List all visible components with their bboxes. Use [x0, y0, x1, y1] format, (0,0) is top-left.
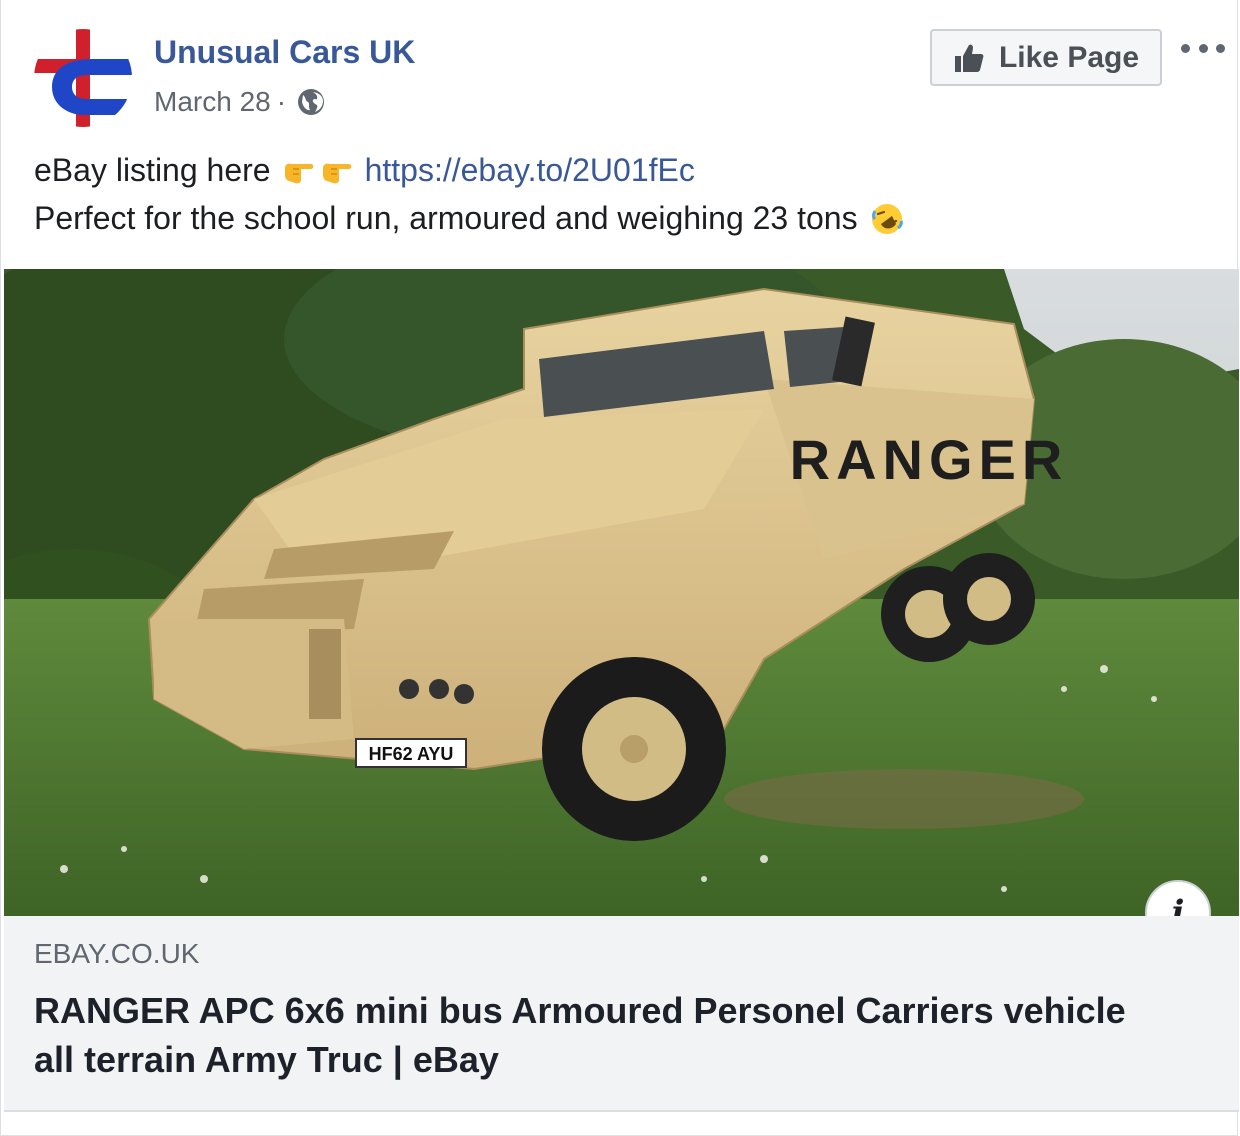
- post-text-line-1: eBay listing here https://ebay.to/2U01fE…: [34, 152, 695, 189]
- vehicle-lettering: RANGER: [790, 428, 1069, 491]
- rolling-laughing-emoji-icon: [871, 203, 903, 234]
- more-options-icon[interactable]: [1181, 38, 1225, 58]
- facebook-post: Unusual Cars UK March 28 · Like Page eBa…: [0, 0, 1239, 1136]
- link-domain: EBAY.CO.UK: [34, 938, 200, 969]
- page-avatar[interactable]: [34, 29, 132, 127]
- armoured-vehicle-photo: HF62 AYU RANGER: [4, 269, 1239, 916]
- thumbs-up-icon: [954, 44, 984, 72]
- post-text: eBay listing here: [34, 152, 271, 188]
- post-meta: March 28 ·: [154, 86, 326, 118]
- avatar-logo-icon: [34, 29, 132, 127]
- point-right-emoji-icon: [284, 163, 313, 183]
- post-photo[interactable]: HF62 AYU RANGER: [4, 269, 1239, 916]
- post-date[interactable]: March 28: [154, 86, 271, 118]
- link-preview-caption[interactable]: EBAY.CO.UK RANGER APC 6x6 mini bus Armou…: [4, 916, 1239, 1112]
- like-page-label: Like Page: [998, 40, 1140, 74]
- ebay-short-link[interactable]: https://ebay.to/2U01fEc: [365, 152, 695, 189]
- like-page-button[interactable]: Like Page: [930, 29, 1162, 86]
- page-name-link[interactable]: Unusual Cars UK: [154, 34, 415, 71]
- point-right-emoji-icon: [322, 163, 351, 183]
- globe-icon[interactable]: [296, 87, 326, 117]
- license-plate-text: HF62 AYU: [369, 744, 454, 764]
- meta-separator: ·: [276, 86, 287, 117]
- post-text-line-2: Perfect for the school run, armoured and…: [34, 200, 906, 237]
- post-text: Perfect for the school run, armoured and…: [34, 200, 858, 236]
- link-title[interactable]: RANGER APC 6x6 mini bus Armoured Persone…: [34, 986, 1154, 1084]
